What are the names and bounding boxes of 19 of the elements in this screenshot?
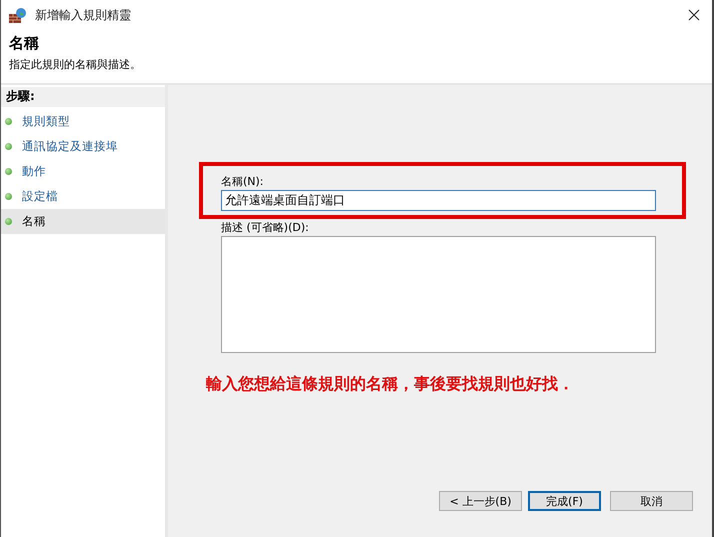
- name-label: 名稱(N):: [221, 175, 265, 189]
- description-label: 描述 (可省略)(D):: [221, 221, 310, 235]
- window-title: 新增輸入規則精靈: [35, 6, 132, 24]
- annotation-text: 輸入您想給這條規則的名稱，事後要找規則也好找．: [206, 374, 575, 395]
- step-item[interactable]: 名稱: [1, 209, 165, 234]
- step-item[interactable]: 通訊協定及連接埠: [1, 134, 165, 159]
- steps-heading: 步驟:: [1, 87, 165, 107]
- dialog-button[interactable]: 完成(F): [528, 491, 601, 511]
- step-item[interactable]: 設定檔: [1, 184, 165, 209]
- description-field[interactable]: [221, 236, 656, 353]
- step-item[interactable]: 規則類型: [1, 109, 165, 134]
- page-heading: 名稱: [9, 33, 40, 54]
- dialog-button[interactable]: 取消: [610, 491, 693, 511]
- step-item[interactable]: 動作: [1, 159, 165, 184]
- name-field[interactable]: 允許遠端桌面自訂端口: [221, 190, 656, 211]
- close-icon[interactable]: [688, 9, 700, 21]
- firewall-icon: [9, 7, 27, 23]
- page-description: 指定此規則的名稱與描述。: [9, 57, 142, 73]
- dialog-button[interactable]: < 上一步(B): [439, 491, 522, 511]
